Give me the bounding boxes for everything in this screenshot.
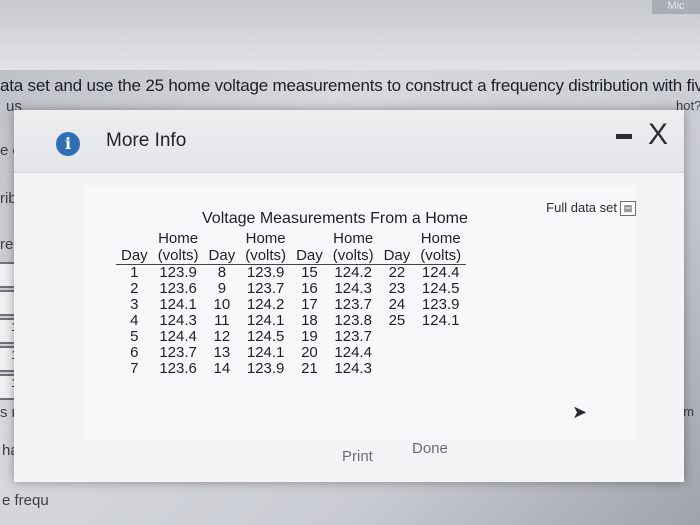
table-cell: 123.6 bbox=[159, 360, 197, 377]
info-icon: i bbox=[56, 132, 80, 156]
table-cell: 124.1 bbox=[246, 344, 285, 361]
table-cell: 123.9 bbox=[421, 296, 460, 313]
table-cell bbox=[415, 345, 466, 361]
table-cell: 8 bbox=[217, 264, 227, 281]
header-cell: Day bbox=[378, 247, 416, 265]
full-data-set-label: Full data set bbox=[546, 200, 617, 215]
table-cell: 21 bbox=[301, 360, 318, 377]
header-top-cell: Home bbox=[158, 230, 199, 247]
table-cell: 123.7 bbox=[246, 280, 285, 297]
more-info-dialog: i More Info X Full data set ▤ Voltage Mea… bbox=[14, 110, 684, 482]
header-top-cell bbox=[116, 230, 153, 247]
mouse-cursor-icon: ➤ bbox=[572, 402, 588, 422]
table-cell: 124.4 bbox=[334, 344, 372, 361]
table-cell: 123.8 bbox=[334, 312, 372, 329]
header-top-cell: Home bbox=[333, 230, 374, 247]
table-cell: 124.4 bbox=[159, 328, 197, 345]
table-cell: 124.5 bbox=[246, 328, 285, 345]
table-cell: 5 bbox=[130, 328, 139, 345]
table-cell: 19 bbox=[301, 328, 318, 345]
table-cell: 123.7 bbox=[334, 296, 372, 313]
table-cell: 25 bbox=[388, 312, 406, 329]
table-cell: 23 bbox=[388, 280, 406, 297]
table-cell: 123.9 bbox=[246, 264, 285, 281]
table-cell: 17 bbox=[301, 296, 318, 313]
table-cell: 12 bbox=[213, 328, 231, 345]
table-cell: 123.6 bbox=[159, 280, 197, 297]
table-cell: 22 bbox=[388, 264, 406, 281]
table-cell: 10 bbox=[213, 296, 231, 313]
header-cell: (volts) bbox=[152, 247, 204, 265]
table-cell: 124.3 bbox=[334, 280, 372, 297]
table-cell: 2 bbox=[130, 280, 139, 297]
table-row: 7 123.6 14 123.9 21 124.3 bbox=[116, 361, 466, 377]
done-button[interactable]: Done bbox=[412, 440, 448, 457]
table-cell: 9 bbox=[217, 280, 227, 297]
corner-tab[interactable]: Mic bbox=[652, 0, 700, 14]
header-top-cell: Home bbox=[420, 230, 461, 247]
table-cell: 1 bbox=[130, 264, 139, 281]
table-cell bbox=[379, 329, 416, 345]
table-cell: 124.1 bbox=[246, 312, 285, 329]
browser-top-band bbox=[0, 0, 700, 70]
table-cell bbox=[379, 361, 416, 377]
table-cell: 124.3 bbox=[159, 312, 197, 329]
header-cell: (volts) bbox=[327, 247, 379, 265]
header-top-cell bbox=[204, 230, 241, 247]
dialog-title: More Info bbox=[106, 130, 187, 151]
table-cell: 3 bbox=[130, 296, 139, 313]
table-cell: 13 bbox=[213, 344, 231, 361]
table-cell bbox=[415, 361, 466, 377]
table-cell: 15 bbox=[301, 264, 318, 281]
table-cell bbox=[415, 329, 466, 345]
header-cell: Day bbox=[291, 247, 328, 265]
header-top-cell: Home bbox=[245, 230, 286, 247]
table-title: Voltage Measurements From a Home bbox=[202, 210, 468, 227]
header-cell: Day bbox=[116, 247, 153, 265]
table-row: 3 124.1 10 124.2 17 123.7 24 123.9 bbox=[116, 297, 466, 313]
header-top-cell bbox=[291, 230, 328, 247]
table-row: 6 123.7 13 124.1 20 124.4 bbox=[116, 345, 466, 361]
header-cell: (volts) bbox=[415, 247, 467, 265]
side-fragment-7: e frequ bbox=[2, 492, 49, 509]
table-cell: 124.3 bbox=[334, 360, 372, 377]
table-row: 5 124.4 12 124.5 19 123.7 bbox=[116, 329, 466, 345]
table-cell: 16 bbox=[301, 280, 318, 297]
table-cell: 24 bbox=[388, 296, 406, 313]
table-cell: 124.2 bbox=[246, 296, 285, 313]
table-cell: 4 bbox=[130, 312, 139, 329]
table-cell: 11 bbox=[214, 312, 230, 329]
dialog-content: Full data set ▤ Voltage Measurements From… bbox=[86, 186, 636, 440]
header-top-cell bbox=[379, 230, 416, 247]
table-cell: 6 bbox=[130, 344, 139, 361]
table-cell: 14 bbox=[213, 360, 231, 377]
table-row: 1 123.9 8 123.9 15 124.2 22 124.4 bbox=[116, 265, 466, 282]
table-row: 4 124.3 11 124.1 18 123.8 25 124.1 bbox=[116, 313, 466, 329]
table-cell: 124.1 bbox=[159, 296, 197, 313]
table-cell: 124.1 bbox=[421, 312, 460, 329]
table-cell bbox=[379, 345, 416, 361]
table-cell: 123.9 bbox=[159, 264, 197, 281]
table-cell: 124.5 bbox=[421, 280, 460, 297]
table-cell: 124.2 bbox=[334, 264, 372, 281]
full-data-set-link[interactable]: Full data set ▤ bbox=[546, 200, 636, 217]
table-cell: 123.7 bbox=[334, 328, 372, 345]
table-cell: 124.4 bbox=[421, 264, 460, 281]
table-cell: 123.7 bbox=[159, 344, 197, 361]
header-cell: Day bbox=[203, 247, 241, 265]
table-row: 2 123.6 9 123.7 16 124.3 23 124.5 bbox=[116, 281, 466, 297]
data-set-icon[interactable]: ▤ bbox=[620, 201, 636, 217]
print-button[interactable]: Print bbox=[342, 448, 373, 465]
dialog-header: i More Info X bbox=[14, 110, 684, 173]
table-cell: 20 bbox=[301, 344, 318, 361]
table-cell: 123.9 bbox=[246, 360, 285, 377]
minimize-icon[interactable] bbox=[616, 134, 632, 139]
header-cell: (volts) bbox=[240, 247, 292, 265]
close-icon[interactable]: X bbox=[648, 118, 668, 152]
table-cell: 7 bbox=[130, 360, 139, 377]
question-instruction: ata set and use the 25 home voltage meas… bbox=[0, 76, 700, 95]
voltage-table: Home Home Home Home Day (volts) Day (vol… bbox=[116, 230, 467, 377]
table-cell: 18 bbox=[301, 312, 318, 329]
